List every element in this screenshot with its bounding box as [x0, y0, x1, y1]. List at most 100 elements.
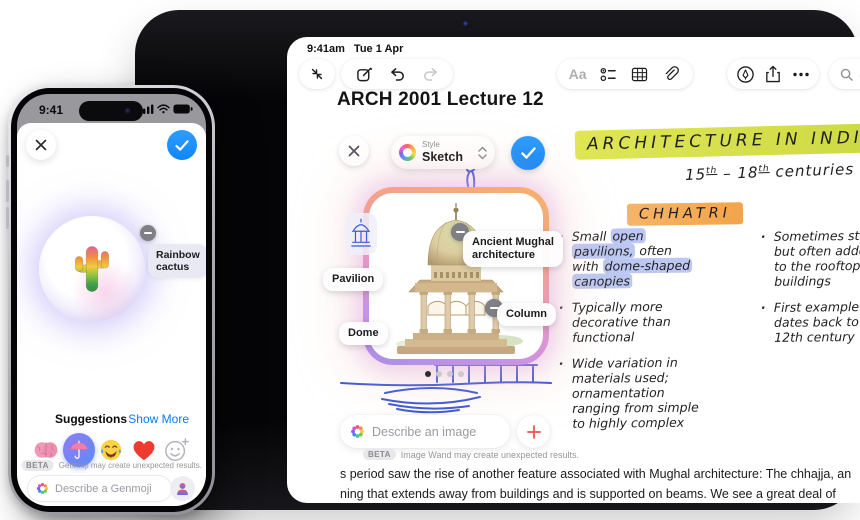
genmoji-beta-note: BETA Genmoji may create unexpected resul… — [21, 460, 202, 471]
page-dot-active[interactable] — [425, 371, 431, 377]
checklist-button[interactable] — [598, 64, 618, 84]
image-playground-icon — [399, 144, 416, 161]
close-icon — [348, 145, 360, 157]
brain-icon — [34, 442, 58, 458]
describe-image-placeholder: Describe an image — [372, 424, 477, 439]
checkmark-icon — [175, 139, 189, 151]
front-camera — [125, 108, 131, 114]
sketch-source-thumbnail[interactable] — [345, 213, 377, 255]
iphone-status-icons — [139, 104, 193, 114]
beta-badge: BETA — [363, 449, 396, 460]
status-time: 9:41 — [39, 103, 64, 117]
battery-icon — [173, 104, 193, 114]
describe-genmoji-placeholder: Describe a Genmoji — [55, 482, 152, 495]
cellular-signal-icon — [139, 104, 154, 114]
genmoji-preview-bubble — [39, 216, 145, 322]
note-title: ARCH 2001 Lecture 12 — [337, 89, 544, 110]
genmoji-prompt-label[interactable]: Rainbow cactus — [148, 244, 206, 278]
beta-disclaimer: Image Wand may create unexpected results… — [400, 449, 580, 460]
mute-switch — [6, 155, 9, 167]
ai-spark-icon — [351, 425, 364, 438]
compose-button[interactable] — [354, 64, 374, 84]
note-paragraph: s period saw the rise of another feature… — [340, 464, 860, 503]
redo-button[interactable] — [420, 64, 440, 84]
markup-button[interactable] — [735, 64, 755, 84]
dynamic-island — [79, 101, 143, 121]
collapse-button[interactable] — [299, 59, 335, 89]
person-genmoji-button[interactable] — [170, 476, 195, 501]
more-button[interactable] — [791, 64, 811, 84]
remove-label-button[interactable] — [140, 225, 156, 241]
label-ancient-mughal[interactable]: Ancient Mughal architecture — [463, 231, 563, 267]
note-bullet-materials: Wide variation in materials used; orname… — [559, 354, 756, 431]
label-dome[interactable]: Dome — [339, 322, 388, 345]
format-toolbar-group: Aa — [557, 59, 693, 89]
minus-icon — [144, 232, 152, 234]
page-dot[interactable] — [436, 371, 442, 377]
paragraph-line: ning that extends away from buildings an… — [340, 487, 836, 501]
close-icon — [35, 139, 47, 151]
ipad-device-frame: 9:41am Tue 1 Apr 100% — [135, 10, 860, 510]
subheading-year1: 15 — [684, 165, 707, 184]
highlighted-word: pavilions, — [571, 243, 636, 259]
page-dot[interactable] — [458, 371, 464, 377]
beta-badge: BETA — [21, 460, 54, 471]
result-pagination-dots[interactable] — [425, 371, 464, 377]
highlighted-word: canopies — [572, 273, 633, 289]
style-label: Style — [422, 140, 440, 150]
rainbow-cactus-genmoji — [75, 246, 109, 292]
edit-toolbar-group — [341, 59, 453, 89]
table-button[interactable] — [630, 64, 650, 84]
image-wand-confirm-button[interactable] — [511, 136, 545, 170]
handwritten-heading: ARCHITECTURE IN INDIA — [574, 123, 860, 160]
front-camera — [463, 21, 469, 27]
note-bullet-decorative: Typically more decorative than functiona… — [559, 298, 755, 345]
label-pavilion[interactable]: Pavilion — [323, 268, 384, 291]
show-more-link[interactable]: Show More — [128, 412, 189, 426]
marketing-canvas: 9:41am Tue 1 Apr 100% — [0, 0, 860, 520]
paragraph-line: s period saw the rise of another feature… — [340, 467, 852, 481]
status-time: 9:41am — [307, 43, 345, 55]
iphone-genmoji-screen: 9:41 Rainbow cactus Suggestions Show Mor… — [17, 94, 206, 506]
notes-column-right: Sometimes stand-alone but often added to… — [761, 227, 860, 355]
add-image-button[interactable] — [517, 415, 550, 448]
volume-up-button — [6, 180, 9, 202]
label-column[interactable]: Column — [497, 303, 556, 326]
ipad-notes-screen: 9:41am Tue 1 Apr 100% — [287, 37, 860, 503]
genmoji-confirm-button[interactable] — [167, 130, 197, 160]
generated-chhatri-image — [369, 193, 543, 359]
ipad-status-bar: 9:41am Tue 1 Apr — [307, 43, 403, 55]
plus-icon — [526, 424, 541, 439]
person-icon — [177, 482, 188, 495]
mini-chhatri-sketch-icon — [351, 218, 371, 247]
undo-button[interactable] — [387, 64, 407, 84]
handwritten-subheading: 15th – 18th centuries — [685, 160, 855, 184]
subheading-tail: centuries — [769, 160, 855, 181]
describe-genmoji-input[interactable]: Describe a Genmoji — [28, 476, 171, 501]
umbrella-icon — [69, 440, 88, 459]
style-selector[interactable]: Style Sketch — [391, 136, 495, 169]
ai-spark-icon — [36, 482, 49, 495]
volume-down-button — [6, 207, 9, 229]
image-wand-close-button[interactable] — [339, 136, 369, 166]
describe-image-input[interactable]: Describe an image — [340, 415, 510, 448]
generated-image-card — [363, 187, 549, 365]
style-value: Sketch — [422, 150, 463, 165]
attachment-button[interactable] — [661, 64, 681, 84]
highlighted-word: open — [610, 228, 646, 244]
note-bullet-first-example: First example dates back to the 12th cen… — [761, 298, 860, 345]
search-input[interactable]: Search — [829, 59, 860, 89]
minus-icon — [455, 231, 465, 233]
subheading-year2: 18 — [737, 163, 759, 183]
wifi-icon — [157, 104, 170, 114]
genmoji-close-button[interactable] — [26, 130, 56, 160]
beta-disclaimer: Genmoji may create unexpected results. — [58, 461, 202, 470]
page-dot[interactable] — [447, 371, 453, 377]
text-format-button[interactable]: Aa — [569, 66, 587, 82]
handwritten-section-title: CHHATRI — [626, 202, 744, 226]
search-icon — [839, 64, 853, 84]
image-wand-beta-note: BETA Image Wand may create unexpected re… — [363, 449, 579, 460]
share-button[interactable] — [763, 64, 783, 84]
actions-toolbar-group — [727, 59, 819, 89]
highlighted-word: dome-shaped — [602, 257, 693, 274]
